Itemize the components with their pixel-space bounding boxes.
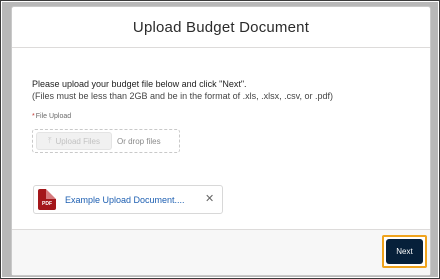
file-requirements-text: (Files must be less than 2GB and be in t… xyxy=(32,91,333,101)
next-button[interactable]: Next xyxy=(386,239,423,264)
pdf-icon-fold xyxy=(46,189,56,199)
upload-files-label: Upload Files xyxy=(55,136,100,146)
file-upload-label-text: File Upload xyxy=(35,113,72,120)
file-upload-label: *File Upload xyxy=(32,113,430,120)
uploaded-file-name[interactable]: Example Upload Document.... xyxy=(65,195,201,205)
drop-files-text: Or drop files xyxy=(117,136,161,146)
remove-file-close-icon[interactable]: ✕ xyxy=(205,194,214,205)
modal-title: Upload Budget Document xyxy=(132,18,310,36)
upload-files-button[interactable]: ⤒ Upload Files xyxy=(36,132,112,150)
upload-icon: ⤒ xyxy=(47,136,52,145)
modal-header: Upload Budget Document xyxy=(12,7,430,48)
pdf-icon-label: PDF xyxy=(42,201,52,207)
pdf-file-icon: PDF xyxy=(38,189,56,210)
required-marker: * xyxy=(32,113,35,120)
file-dropzone[interactable]: ⤒ Upload Files Or drop files xyxy=(32,129,180,153)
instruction-text: Please upload your budget file below and… xyxy=(32,79,247,89)
modal-footer: Next xyxy=(12,229,430,275)
upload-budget-modal: Upload Budget Document Please upload you… xyxy=(11,6,431,276)
screenshot-frame: Upload Budget Document Please upload you… xyxy=(0,0,440,279)
uploaded-file-pill[interactable]: PDF Example Upload Document.... ✕ xyxy=(33,185,223,214)
modal-body: Please upload your budget file below and… xyxy=(12,48,430,231)
next-button-highlight: Next xyxy=(382,235,427,268)
